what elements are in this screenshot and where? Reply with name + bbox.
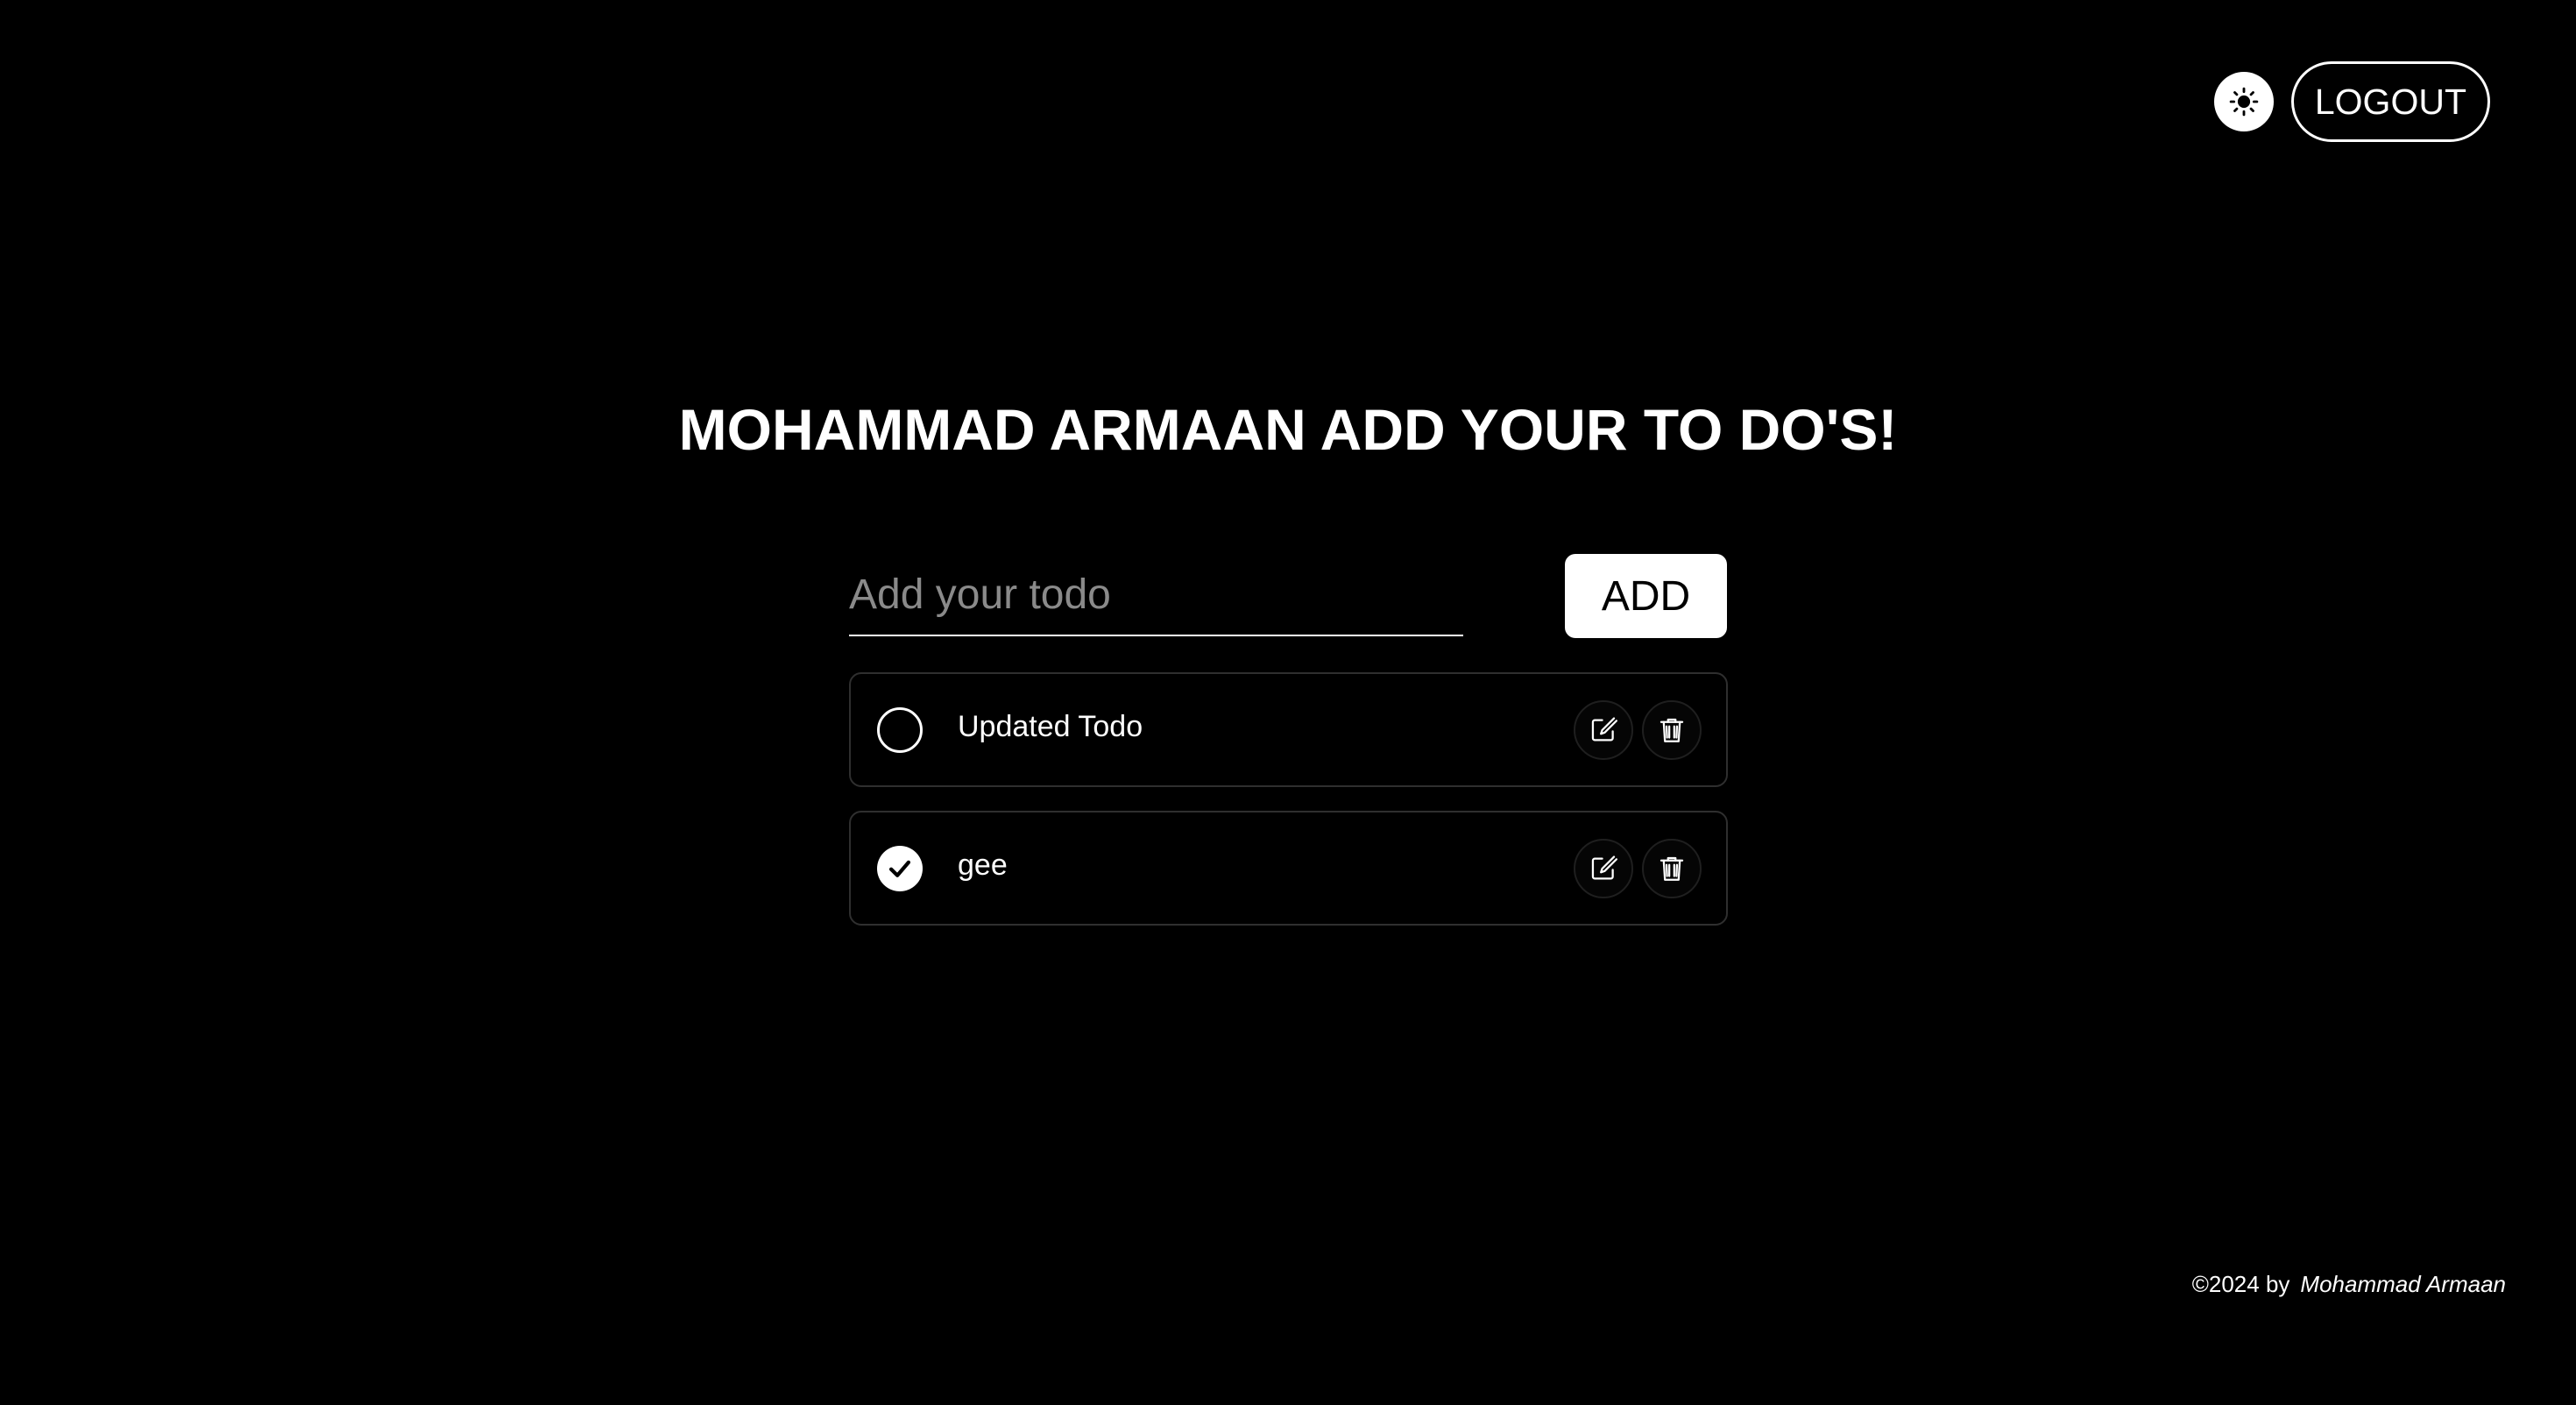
checkmark-icon bbox=[888, 860, 911, 877]
page-title: MOHAMMAD ARMAAN ADD YOUR TO DO'S! bbox=[678, 397, 1898, 462]
todo-input[interactable] bbox=[849, 554, 1463, 636]
page: LOGOUT MOHAMMAD ARMAAN ADD YOUR TO DO'S!… bbox=[0, 0, 2576, 1405]
footer-copyright: ©2024 by bbox=[2191, 1271, 2290, 1297]
logout-button[interactable]: LOGOUT bbox=[2290, 61, 2490, 142]
trash-icon bbox=[1660, 856, 1684, 881]
sun-icon bbox=[2229, 87, 2259, 117]
trash-icon bbox=[1660, 718, 1684, 742]
footer-author: Mohammad Armaan bbox=[2300, 1271, 2506, 1297]
edit-button[interactable] bbox=[1574, 838, 1633, 898]
todo-checkbox[interactable] bbox=[877, 845, 923, 891]
delete-button[interactable] bbox=[1642, 838, 1702, 898]
edit-icon bbox=[1591, 855, 1618, 879]
delete-button[interactable] bbox=[1642, 699, 1702, 760]
todo-text: gee bbox=[958, 848, 1008, 882]
add-button[interactable]: ADD bbox=[1565, 554, 1727, 638]
todo-item: gee bbox=[849, 811, 1728, 926]
todo-text: Updated Todo bbox=[958, 710, 1143, 743]
add-todo-form: ADD bbox=[849, 554, 1727, 638]
theme-toggle-button[interactable] bbox=[2213, 72, 2274, 131]
todo-checkbox[interactable] bbox=[877, 706, 923, 753]
edit-button[interactable] bbox=[1574, 699, 1633, 760]
todo-item: Updated Todo bbox=[849, 672, 1728, 787]
top-controls: LOGOUT bbox=[2213, 61, 2490, 142]
footer: ©2024 by Mohammad Armaan bbox=[2192, 1271, 2506, 1298]
todo-list: Updated Todo gee bbox=[849, 672, 1728, 949]
edit-icon bbox=[1591, 716, 1618, 741]
